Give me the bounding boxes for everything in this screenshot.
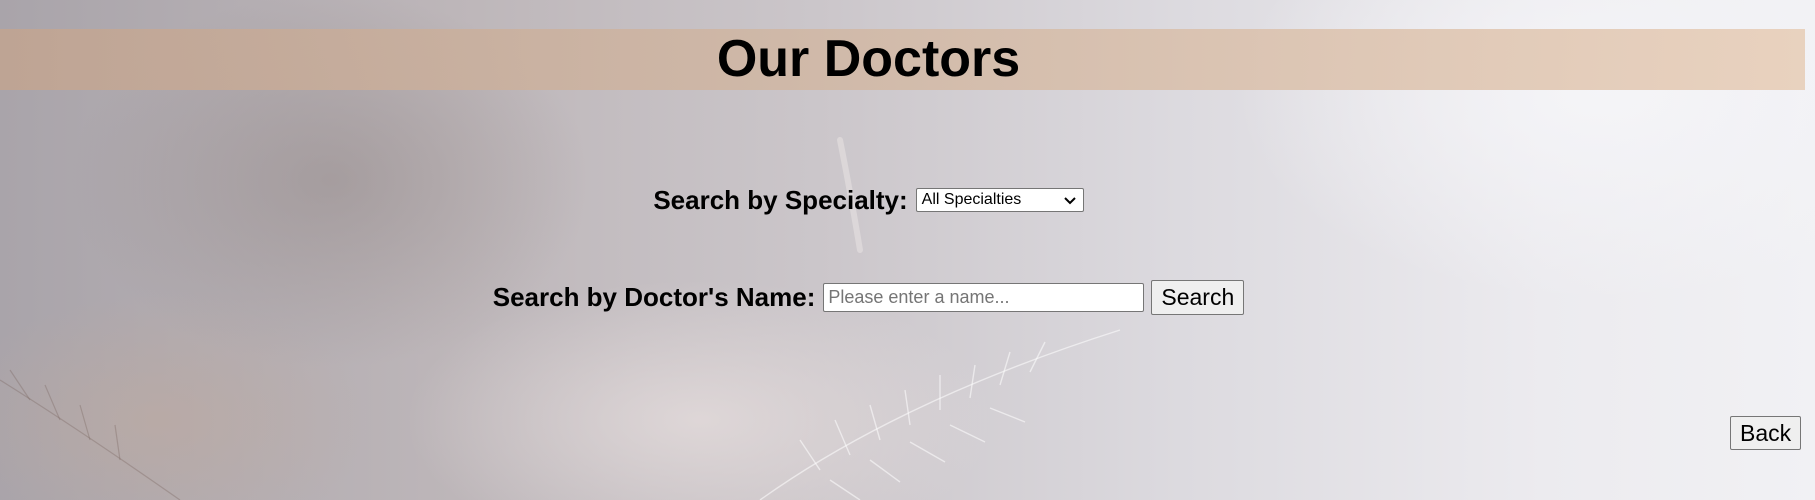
doctor-name-input[interactable] <box>823 282 1145 312</box>
back-button[interactable]: Back <box>1730 416 1802 450</box>
search-button[interactable]: Search <box>1151 279 1245 315</box>
doctor-name-label: Search by Doctor's Name: <box>492 281 816 312</box>
specialty-select[interactable]: All Specialties <box>915 188 1084 212</box>
specialty-search-row: Search by Specialty: All Specialties <box>0 182 1737 218</box>
specialty-label: Search by Specialty: <box>653 184 908 215</box>
specialty-select-value: All Specialties <box>921 191 1022 208</box>
page: Our Doctors Search by Specialty: All Spe… <box>0 0 1815 500</box>
page-title: Our Doctors <box>716 30 1021 88</box>
chevron-down-icon <box>1063 197 1076 205</box>
name-search-row: Search by Doctor's Name: Search <box>0 278 1737 316</box>
